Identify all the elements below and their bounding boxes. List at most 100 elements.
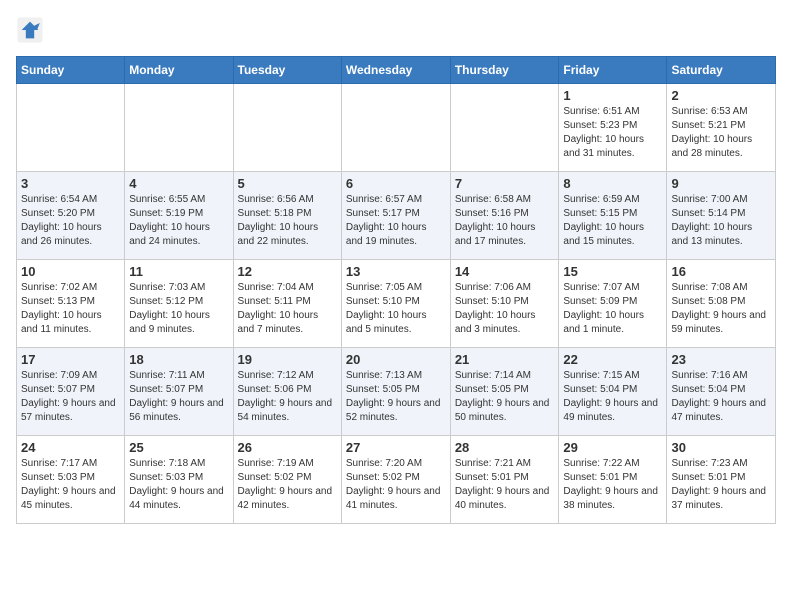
calendar-cell: 9 Sunrise: 7:00 AM Sunset: 5:14 PM Daylig… — [667, 172, 776, 260]
day-info: Sunrise: 6:59 AM Sunset: 5:15 PM Dayligh… — [563, 193, 662, 249]
day-number: 23 — [671, 352, 771, 367]
calendar-cell: 15 Sunrise: 7:07 AM Sunset: 5:09 PM Dayli… — [559, 260, 667, 348]
day-info: Sunrise: 7:11 AM Sunset: 5:07 PM Dayligh… — [129, 369, 228, 425]
day-number: 15 — [563, 264, 662, 279]
day-info: Sunrise: 7:14 AM Sunset: 5:05 PM Dayligh… — [455, 369, 555, 425]
calendar-cell: 4Sunrise: 6:55 AM Sunset: 5:19 PM Daylig… — [125, 172, 233, 260]
calendar-cell: 22Sunrise: 7:15 AM Sunset: 5:04 PM Dayli… — [559, 348, 667, 436]
calendar-cell: 19 Sunrise: 7:12 AM Sunset: 5:06 PM Dayli… — [233, 348, 341, 436]
calendar-cell: 6 Sunrise: 6:57 AM Sunset: 5:17 PM Daylig… — [341, 172, 450, 260]
calendar-cell: 21 Sunrise: 7:14 AM Sunset: 5:05 PM Dayli… — [450, 348, 559, 436]
day-number: 14 — [455, 264, 555, 279]
day-number: 18 — [129, 352, 228, 367]
header — [16, 16, 776, 44]
day-info: Sunrise: 7:20 AM Sunset: 5:02 PM Dayligh… — [346, 457, 446, 513]
logo — [16, 16, 48, 44]
day-info: Sunrise: 7:12 AM Sunset: 5:06 PM Dayligh… — [238, 369, 337, 425]
day-info: Sunrise: 7:21 AM Sunset: 5:01 PM Dayligh… — [455, 457, 555, 513]
day-info: Sunrise: 7:23 AM Sunset: 5:01 PM Dayligh… — [671, 457, 771, 513]
day-info: Sunrise: 7:05 AM Sunset: 5:10 PM Dayligh… — [346, 281, 446, 337]
day-number: 4 — [129, 176, 228, 191]
day-number: 26 — [238, 440, 337, 455]
calendar-cell: 12 Sunrise: 7:04 AM Sunset: 5:11 PM Dayli… — [233, 260, 341, 348]
calendar-cell: 16 Sunrise: 7:08 AM Sunset: 5:08 PM Dayli… — [667, 260, 776, 348]
day-number: 13 — [346, 264, 446, 279]
day-number: 21 — [455, 352, 555, 367]
calendar-cell: 28 Sunrise: 7:21 AM Sunset: 5:01 PM Dayli… — [450, 436, 559, 524]
day-info: Sunrise: 7:16 AM Sunset: 5:04 PM Dayligh… — [671, 369, 771, 425]
calendar-cell: 30 Sunrise: 7:23 AM Sunset: 5:01 PM Dayli… — [667, 436, 776, 524]
calendar-cell: 7Sunrise: 6:58 AM Sunset: 5:16 PM Daylig… — [450, 172, 559, 260]
day-number: 16 — [671, 264, 771, 279]
calendar-week-row: 17 Sunrise: 7:09 AM Sunset: 5:07 PM Dayli… — [17, 348, 776, 436]
day-number: 1 — [563, 88, 662, 103]
day-info: Sunrise: 7:18 AM Sunset: 5:03 PM Dayligh… — [129, 457, 228, 513]
day-number: 29 — [563, 440, 662, 455]
weekday-header: Saturday — [667, 57, 776, 84]
day-number: 28 — [455, 440, 555, 455]
day-info: Sunrise: 7:09 AM Sunset: 5:07 PM Dayligh… — [21, 369, 120, 425]
day-number: 12 — [238, 264, 337, 279]
day-info: Sunrise: 6:53 AM Sunset: 5:21 PM Dayligh… — [671, 105, 771, 161]
calendar-cell — [450, 84, 559, 172]
calendar-cell: 5Sunrise: 6:56 AM Sunset: 5:18 PM Daylig… — [233, 172, 341, 260]
day-info: Sunrise: 6:51 AM Sunset: 5:23 PM Dayligh… — [563, 105, 662, 161]
calendar-cell: 13 Sunrise: 7:05 AM Sunset: 5:10 PM Dayli… — [341, 260, 450, 348]
day-info: Sunrise: 7:15 AM Sunset: 5:04 PM Dayligh… — [563, 369, 662, 425]
calendar-cell: 24Sunrise: 7:17 AM Sunset: 5:03 PM Dayli… — [17, 436, 125, 524]
calendar-week-row: 1 Sunrise: 6:51 AM Sunset: 5:23 PM Daylig… — [17, 84, 776, 172]
calendar-cell — [233, 84, 341, 172]
calendar-cell: 1 Sunrise: 6:51 AM Sunset: 5:23 PM Daylig… — [559, 84, 667, 172]
day-number: 6 — [346, 176, 446, 191]
calendar: SundayMondayTuesdayWednesdayThursdayFrid… — [16, 56, 776, 524]
calendar-cell: 18 Sunrise: 7:11 AM Sunset: 5:07 PM Dayli… — [125, 348, 233, 436]
day-number: 27 — [346, 440, 446, 455]
calendar-cell: 17 Sunrise: 7:09 AM Sunset: 5:07 PM Dayli… — [17, 348, 125, 436]
day-info: Sunrise: 7:03 AM Sunset: 5:12 PM Dayligh… — [129, 281, 228, 337]
calendar-header-row: SundayMondayTuesdayWednesdayThursdayFrid… — [17, 57, 776, 84]
day-number: 2 — [671, 88, 771, 103]
day-info: Sunrise: 7:02 AM Sunset: 5:13 PM Dayligh… — [21, 281, 120, 337]
calendar-cell: 29 Sunrise: 7:22 AM Sunset: 5:01 PM Dayli… — [559, 436, 667, 524]
weekday-header: Tuesday — [233, 57, 341, 84]
day-info: Sunrise: 7:08 AM Sunset: 5:08 PM Dayligh… — [671, 281, 771, 337]
day-info: Sunrise: 7:06 AM Sunset: 5:10 PM Dayligh… — [455, 281, 555, 337]
day-number: 17 — [21, 352, 120, 367]
calendar-cell: 23 Sunrise: 7:16 AM Sunset: 5:04 PM Dayli… — [667, 348, 776, 436]
day-number: 8 — [563, 176, 662, 191]
calendar-cell — [341, 84, 450, 172]
day-info: Sunrise: 6:54 AM Sunset: 5:20 PM Dayligh… — [21, 193, 120, 249]
day-number: 30 — [671, 440, 771, 455]
logo-icon — [16, 16, 44, 44]
day-number: 20 — [346, 352, 446, 367]
calendar-cell: 11 Sunrise: 7:03 AM Sunset: 5:12 PM Dayli… — [125, 260, 233, 348]
day-number: 10 — [21, 264, 120, 279]
calendar-cell: 14 Sunrise: 7:06 AM Sunset: 5:10 PM Dayli… — [450, 260, 559, 348]
day-number: 24 — [21, 440, 120, 455]
weekday-header: Sunday — [17, 57, 125, 84]
day-info: Sunrise: 6:57 AM Sunset: 5:17 PM Dayligh… — [346, 193, 446, 249]
day-info: Sunrise: 7:07 AM Sunset: 5:09 PM Dayligh… — [563, 281, 662, 337]
weekday-header: Wednesday — [341, 57, 450, 84]
day-info: Sunrise: 6:58 AM Sunset: 5:16 PM Dayligh… — [455, 193, 555, 249]
day-number: 11 — [129, 264, 228, 279]
calendar-cell: 10 Sunrise: 7:02 AM Sunset: 5:13 PM Dayli… — [17, 260, 125, 348]
weekday-header: Friday — [559, 57, 667, 84]
calendar-cell: 3 Sunrise: 6:54 AM Sunset: 5:20 PM Daylig… — [17, 172, 125, 260]
calendar-cell — [17, 84, 125, 172]
calendar-cell: 8 Sunrise: 6:59 AM Sunset: 5:15 PM Daylig… — [559, 172, 667, 260]
day-number: 5 — [238, 176, 337, 191]
day-info: Sunrise: 7:04 AM Sunset: 5:11 PM Dayligh… — [238, 281, 337, 337]
day-number: 9 — [671, 176, 771, 191]
day-number: 3 — [21, 176, 120, 191]
day-info: Sunrise: 7:19 AM Sunset: 5:02 PM Dayligh… — [238, 457, 337, 513]
calendar-week-row: 10 Sunrise: 7:02 AM Sunset: 5:13 PM Dayli… — [17, 260, 776, 348]
calendar-week-row: 24Sunrise: 7:17 AM Sunset: 5:03 PM Dayli… — [17, 436, 776, 524]
calendar-cell: 2 Sunrise: 6:53 AM Sunset: 5:21 PM Daylig… — [667, 84, 776, 172]
day-number: 19 — [238, 352, 337, 367]
day-info: Sunrise: 7:22 AM Sunset: 5:01 PM Dayligh… — [563, 457, 662, 513]
calendar-cell: 26 Sunrise: 7:19 AM Sunset: 5:02 PM Dayli… — [233, 436, 341, 524]
calendar-cell: 25Sunrise: 7:18 AM Sunset: 5:03 PM Dayli… — [125, 436, 233, 524]
day-info: Sunrise: 7:13 AM Sunset: 5:05 PM Dayligh… — [346, 369, 446, 425]
day-info: Sunrise: 7:00 AM Sunset: 5:14 PM Dayligh… — [671, 193, 771, 249]
